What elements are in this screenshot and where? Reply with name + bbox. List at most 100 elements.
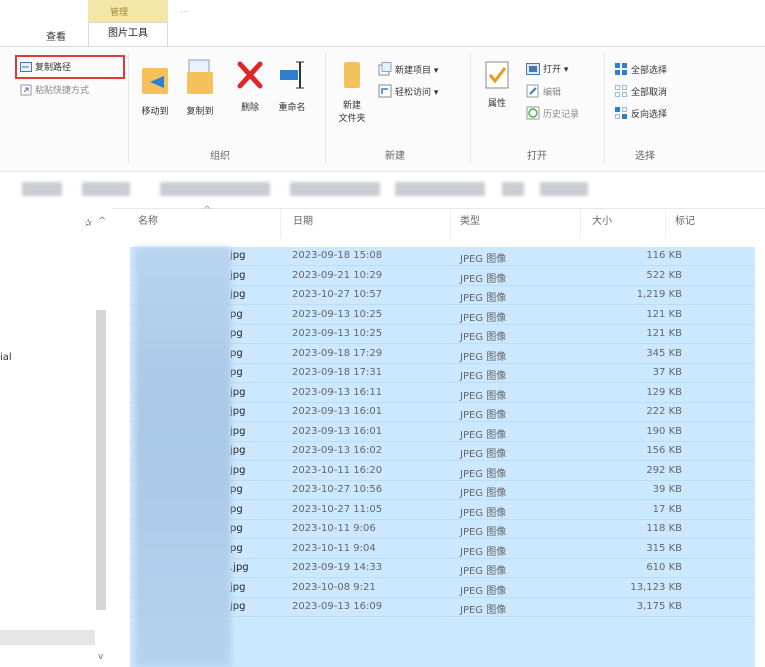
column-divider[interactable]: [450, 208, 451, 238]
scroll-down-icon[interactable]: v: [98, 652, 103, 662]
easy-access-label: 轻松访问 ▾: [395, 87, 439, 98]
file-size: 13,123 KB: [630, 581, 682, 593]
file-date: 2023-10-27 10:57: [292, 289, 383, 300]
file-date: 2023-10-27 10:56: [292, 484, 383, 495]
rename-button[interactable]: 重命名: [278, 58, 306, 113]
file-size: 292 KB: [646, 464, 682, 476]
new-folder-label-1: 新建: [342, 101, 361, 111]
file-type: JPEG 图像: [460, 351, 507, 363]
file-date: 2023-09-21 10:29: [292, 269, 383, 281]
file-size: 315 KB: [646, 542, 682, 554]
file-type: JPEG 图像: [460, 371, 507, 382]
delete-label: 删除: [240, 103, 259, 113]
address-segment-blurred[interactable]: [22, 182, 62, 196]
column-header-size[interactable]: 大小: [592, 212, 612, 240]
file-name-extension: pg: [230, 484, 243, 495]
select-none-button[interactable]: 全部取消: [614, 84, 667, 98]
rename-icon: [278, 58, 306, 92]
new-folder-button[interactable]: 新建 文件夹: [334, 58, 370, 124]
file-size: 129 KB: [646, 386, 682, 398]
file-type: JPEG 图像: [460, 429, 507, 441]
file-name-extension: jpg: [230, 601, 246, 612]
file-type: JPEG 图像: [460, 585, 507, 597]
address-segment-blurred[interactable]: [82, 182, 130, 196]
group-separator: [470, 52, 471, 164]
file-size: 17 KB: [652, 503, 682, 515]
file-name-extension: jpg: [230, 581, 246, 593]
properties-button[interactable]: 属性: [482, 60, 512, 109]
file-date: 2023-10-11 16:20: [292, 464, 383, 476]
new-item-button[interactable]: 新建项目 ▾: [378, 62, 438, 76]
easy-access-button[interactable]: 轻松访问 ▾: [378, 84, 438, 98]
tab-dimmed[interactable]: ...: [180, 5, 189, 15]
open-button[interactable]: 打开 ▾: [526, 62, 568, 75]
move-to-icon: [138, 62, 172, 98]
file-date: 2023-09-13 10:25: [292, 328, 383, 339]
nav-item-bottom[interactable]: [0, 630, 95, 645]
select-group-label: 选择: [635, 151, 655, 162]
tab-view[interactable]: 查看: [46, 28, 66, 43]
address-segment-blurred[interactable]: [395, 182, 485, 196]
nav-scrollbar-thumb[interactable]: [96, 310, 106, 610]
address-segment-blurred[interactable]: [290, 182, 380, 196]
edit-button[interactable]: 编辑: [526, 84, 561, 98]
file-type: JPEG 图像: [460, 312, 507, 324]
copy-path-button[interactable]: 复制路径: [20, 60, 71, 73]
move-to-button[interactable]: 移动到: [138, 62, 172, 117]
file-date: 2023-09-13 16:11: [292, 386, 383, 398]
file-size: 345 KB: [646, 347, 682, 359]
tab-picture-tools[interactable]: 图片工具: [88, 22, 168, 46]
history-button[interactable]: 历史记录: [526, 106, 579, 120]
copy-to-icon: [183, 56, 217, 98]
file-size: 121 KB: [646, 328, 682, 339]
organize-group-label: 组织: [210, 151, 230, 162]
column-header-name[interactable]: 名称: [138, 212, 158, 240]
file-date: 2023-09-13 16:09: [292, 601, 383, 612]
column-header-tags[interactable]: 标记: [675, 212, 695, 240]
file-date: 2023-09-19 14:33: [292, 562, 383, 573]
column-header-date[interactable]: 日期: [293, 212, 313, 240]
address-segment-blurred[interactable]: [160, 182, 270, 196]
column-divider[interactable]: [580, 208, 581, 238]
pin-icon[interactable]: ✰: [84, 218, 92, 229]
file-date: 2023-10-11 9:06: [292, 523, 376, 534]
file-name-extension: pg: [230, 542, 243, 554]
edit-icon: [526, 84, 540, 98]
invert-selection-button[interactable]: 反向选择: [614, 106, 667, 120]
address-segment-blurred[interactable]: [540, 182, 588, 196]
file-date: 2023-10-08 9:21: [292, 581, 376, 593]
paste-shortcut-icon: [20, 84, 32, 96]
history-icon: [526, 106, 540, 120]
select-all-button[interactable]: 全部选择: [614, 62, 667, 76]
file-type: JPEG 图像: [460, 605, 507, 616]
file-type: JPEG 图像: [460, 273, 507, 285]
file-date: 2023-10-11 9:04: [292, 542, 376, 554]
copy-to-button[interactable]: 复制到: [183, 56, 217, 117]
file-size: 1,219 KB: [636, 289, 682, 300]
copy-path-icon: [20, 61, 32, 72]
file-type: JPEG 图像: [460, 254, 507, 265]
column-header-type[interactable]: 类型: [460, 212, 480, 240]
column-divider[interactable]: [280, 208, 281, 238]
column-divider[interactable]: [665, 208, 666, 238]
address-segment-blurred[interactable]: [502, 182, 524, 196]
file-date: 2023-09-13 16:02: [292, 445, 383, 456]
new-folder-icon: [340, 58, 370, 92]
rename-label: 重命名: [278, 103, 306, 113]
file-name-extension: pg: [230, 308, 243, 320]
file-type: JPEG 图像: [460, 332, 507, 343]
paste-shortcut-label: 粘贴快捷方式: [35, 86, 90, 96]
nav-item-partial-label[interactable]: ial: [0, 352, 12, 363]
file-type: JPEG 图像: [460, 527, 507, 538]
delete-button[interactable]: 删除: [236, 58, 264, 113]
file-date: 2023-09-13 16:01: [292, 406, 383, 417]
new-folder-label-2: 文件夹: [338, 114, 366, 124]
file-name-extension: jpg: [230, 445, 246, 456]
paste-shortcut-button[interactable]: 粘贴快捷方式: [20, 83, 89, 96]
select-all-label: 全部选择: [631, 65, 668, 76]
file-size: 121 KB: [646, 308, 682, 320]
file-type: JPEG 图像: [460, 488, 507, 499]
invert-selection-label: 反向选择: [631, 109, 668, 120]
select-none-icon: [614, 84, 628, 98]
file-name-extension: jpg: [230, 425, 246, 437]
